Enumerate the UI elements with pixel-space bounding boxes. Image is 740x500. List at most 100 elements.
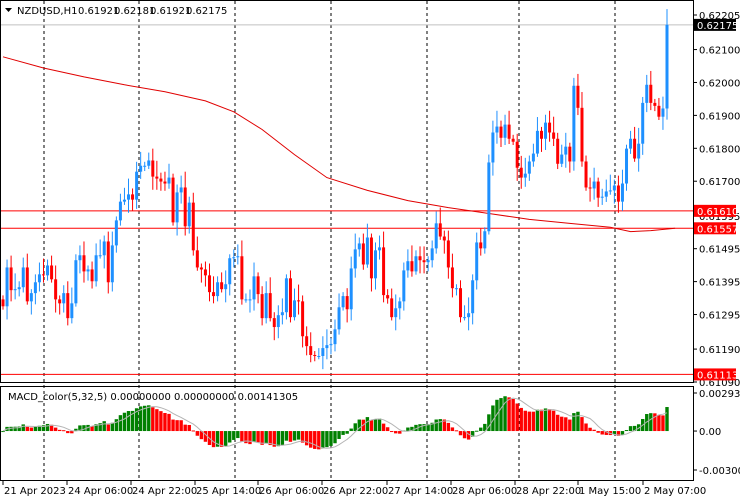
candle-bullish <box>531 153 535 162</box>
candle-bullish <box>13 289 17 291</box>
candle-bearish <box>203 269 207 276</box>
macd-histogram-bar <box>264 431 268 444</box>
macd-histogram-bar <box>292 431 297 441</box>
candle-bullish <box>94 255 98 282</box>
macd-histogram-bar <box>171 419 175 432</box>
macd-histogram-bar <box>446 422 451 432</box>
macd-histogram-bar <box>296 431 301 440</box>
candle-bearish <box>361 243 365 265</box>
candle-bearish <box>649 84 653 103</box>
candle-bearish <box>422 260 426 263</box>
macd-histogram-bar <box>580 417 584 432</box>
candle-bullish <box>70 303 74 319</box>
candle-bullish <box>17 287 21 290</box>
candle-bullish <box>365 237 369 265</box>
candle-bearish <box>82 255 86 272</box>
candle-bearish <box>66 293 70 319</box>
candle-bullish <box>118 201 122 221</box>
macd-histogram-bar <box>539 409 544 432</box>
candle-bullish <box>604 191 608 197</box>
candle-bullish <box>612 185 616 191</box>
macd-tick-label: 0.00 <box>699 427 721 438</box>
macd-histogram-bar <box>232 431 236 440</box>
candle-bullish <box>357 243 361 250</box>
macd-histogram-bar <box>203 431 208 442</box>
candle-bearish <box>288 278 292 318</box>
macd-histogram-bar <box>511 399 515 432</box>
candle-bullish <box>495 126 499 133</box>
candle-bearish <box>301 301 305 337</box>
macd-histogram-bar <box>454 430 459 432</box>
time-tick-label: 25 Apr 14:00 <box>196 486 261 497</box>
candle-bullish <box>426 260 430 263</box>
candle-bullish <box>406 261 410 271</box>
header-symbol: NZDUSD,H1 <box>17 6 77 17</box>
candle-bearish <box>390 298 394 318</box>
candle-bearish <box>151 160 155 177</box>
price-tick-label: 0.61700 <box>699 177 740 188</box>
macd-title: MACD_color(5,32,5) 0.00000000 0.00000000… <box>8 392 298 403</box>
macd-histogram-bar <box>560 416 564 432</box>
candle-bearish <box>345 296 349 310</box>
macd-histogram-bar <box>228 431 232 443</box>
candle-bullish <box>5 267 9 307</box>
candle-bearish <box>369 237 373 279</box>
candle-bearish <box>418 256 422 261</box>
candle-bearish <box>297 300 301 302</box>
dropdown-triangle-icon[interactable] <box>5 8 12 12</box>
macd-histogram-bar <box>118 415 123 432</box>
macd-histogram-bar <box>211 431 216 448</box>
candle-bullish <box>78 255 82 261</box>
candle-bearish <box>588 187 592 189</box>
macd-histogram-bar <box>349 428 353 432</box>
candle-bearish <box>633 138 637 159</box>
candle-bullish <box>625 148 629 184</box>
candle-bearish <box>1 299 5 307</box>
candle-bearish <box>106 241 110 283</box>
candle-bullish <box>665 24 669 109</box>
candle-bearish <box>552 132 556 139</box>
candle-bearish <box>159 178 163 182</box>
price-tick-label: 0.61295 <box>699 311 740 322</box>
macd-histogram-bar <box>394 431 398 434</box>
macd-histogram-bar <box>195 431 200 436</box>
macd-histogram-bar <box>1 431 5 433</box>
candle-bearish <box>163 181 167 184</box>
candle-bullish <box>402 270 406 302</box>
macd-histogram-bar <box>187 425 191 432</box>
candle-bullish <box>523 173 527 178</box>
macd-histogram-bar <box>62 430 66 432</box>
candle-bearish <box>459 288 463 318</box>
candle-bearish <box>507 124 511 139</box>
price-chart[interactable]: 0.622050.621000.620000.619000.618000.617… <box>0 0 740 500</box>
macd-histogram-bar <box>543 408 548 432</box>
macd-histogram-bar <box>665 407 669 432</box>
candle-bullish <box>463 317 467 319</box>
candle-bullish <box>325 345 329 349</box>
macd-histogram-bar <box>551 410 556 432</box>
macd-histogram-bar <box>179 420 183 432</box>
macd-histogram-bar <box>620 431 625 435</box>
macd-histogram-bar <box>236 431 240 439</box>
candle-bearish <box>479 242 483 249</box>
candle-bearish <box>511 138 515 142</box>
candle-bearish <box>240 256 244 300</box>
candle-bullish <box>471 280 475 314</box>
macd-histogram-bar <box>248 431 252 445</box>
candle-bullish <box>175 192 179 223</box>
candle-bearish <box>596 181 600 198</box>
time-tick-label: 2 May 07:00 <box>644 486 706 497</box>
price-tick-label: 0.62000 <box>699 78 740 89</box>
candle-bullish <box>620 183 624 202</box>
candle-bullish <box>430 248 434 261</box>
candle-bearish <box>556 138 560 164</box>
price-tick-label: 0.61190 <box>699 345 740 356</box>
macd-histogram-bar <box>25 426 29 432</box>
macd-histogram-bar <box>466 431 471 440</box>
candle-bearish <box>155 176 159 179</box>
candle-bearish <box>382 247 386 296</box>
macd-tick-label: -0.003007 <box>699 466 740 477</box>
time-tick-label: 26 Apr 22:00 <box>323 486 388 497</box>
macd-histogram-bar <box>284 431 289 441</box>
macd-histogram-bar <box>628 426 633 432</box>
